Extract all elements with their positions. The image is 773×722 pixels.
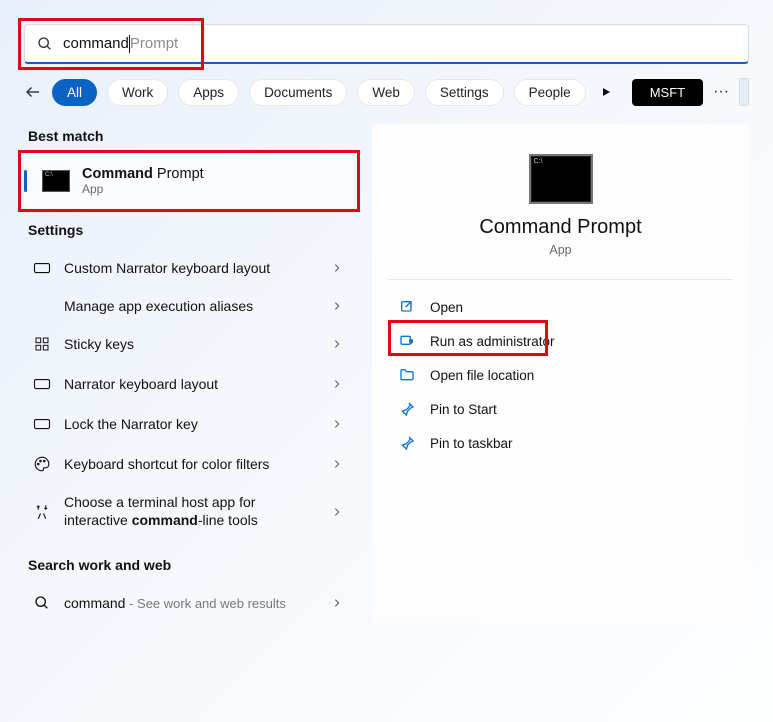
app-subtitle: App [388,243,733,257]
settings-item-narrator-layout-2[interactable]: Narrator keyboard layout [24,364,354,404]
search-work-web-item[interactable]: command - See work and web results [24,583,354,623]
tools-icon [32,502,52,522]
settings-item-app-aliases[interactable]: Manage app execution aliases [24,288,354,324]
action-label: Pin to Start [430,402,497,417]
settings-item-terminal-host[interactable]: Choose a terminal host app for interacti… [24,484,354,539]
filter-tab-apps[interactable]: Apps [178,79,239,106]
action-label: Run as administrator [430,334,555,349]
action-open-file-location[interactable]: Open file location [388,358,733,392]
search-icon [37,36,53,52]
work-web-text: command - See work and web results [64,595,320,611]
action-label: Open file location [430,368,534,383]
chevron-right-icon [332,416,346,432]
search-typed-text: command [63,35,129,52]
avatar[interactable] [739,78,749,106]
settings-item-color-filters[interactable]: Keyboard shortcut for color filters [24,444,354,484]
filter-tab-settings[interactable]: Settings [425,79,504,106]
best-match-item[interactable]: Command Prompt App [24,154,354,208]
settings-item-narrator-layout[interactable]: Custom Narrator keyboard layout [24,248,354,288]
settings-item-lock-narrator[interactable]: Lock the Narrator key [24,404,354,444]
filter-tab-all[interactable]: All [52,79,97,106]
open-icon [398,298,416,316]
section-best-match: Best match [28,128,354,144]
keyboard-icon [32,374,52,394]
filter-tab-documents[interactable]: Documents [249,79,347,106]
chevron-right-icon [332,298,346,314]
command-prompt-icon [42,170,70,192]
search-icon [32,593,52,613]
filter-scroll-right[interactable] [600,82,612,102]
chevron-right-icon [332,260,346,276]
filter-tab-people[interactable]: People [514,79,586,106]
filter-row: All Work Apps Documents Web Settings Peo… [24,78,749,106]
action-run-as-admin[interactable]: Run as administrator [388,324,733,358]
chevron-right-icon [332,456,346,472]
filter-tab-web[interactable]: Web [357,79,415,106]
action-pin-to-start[interactable]: Pin to Start [388,392,733,426]
search-input[interactable]: command Prompt [63,35,178,53]
chevron-right-icon [332,376,346,392]
section-settings: Settings [28,222,354,238]
action-pin-to-taskbar[interactable]: Pin to taskbar [388,426,733,460]
search-autocomplete: Prompt [130,35,178,52]
divider [388,279,733,280]
play-icon [600,86,612,98]
account-button[interactable]: MSFT [632,79,703,106]
action-label: Open [430,300,463,315]
results-column: Best match Command Prompt App Settings C… [24,124,354,623]
settings-item-text: Choose a terminal host app for interacti… [64,494,320,529]
details-panel: Command Prompt App Open Run as administr… [372,124,749,623]
grid-icon [32,334,52,354]
pin-icon [398,434,416,452]
keyboard-icon [32,258,52,278]
palette-icon [32,454,52,474]
action-open[interactable]: Open [388,290,733,324]
chevron-right-icon [332,504,346,520]
back-button[interactable] [24,78,42,106]
chevron-right-icon [332,595,346,611]
pin-icon [398,400,416,418]
chevron-right-icon [332,336,346,352]
search-bar[interactable]: command Prompt [24,24,749,64]
app-thumbnail-icon [529,154,593,204]
action-label: Pin to taskbar [430,436,513,451]
more-options-button[interactable]: ··· [713,80,729,104]
shield-admin-icon [398,332,416,350]
keyboard-icon [32,414,52,434]
folder-icon [398,366,416,384]
section-work-web: Search work and web [28,557,354,573]
app-title: Command Prompt [388,216,733,239]
best-match-subtitle: App [82,182,204,196]
filter-tab-work[interactable]: Work [107,79,168,106]
ellipsis-icon: ··· [713,83,729,101]
settings-item-sticky-keys[interactable]: Sticky keys [24,324,354,364]
best-match-title: Command Prompt [82,166,204,182]
arrow-left-icon [24,83,42,101]
